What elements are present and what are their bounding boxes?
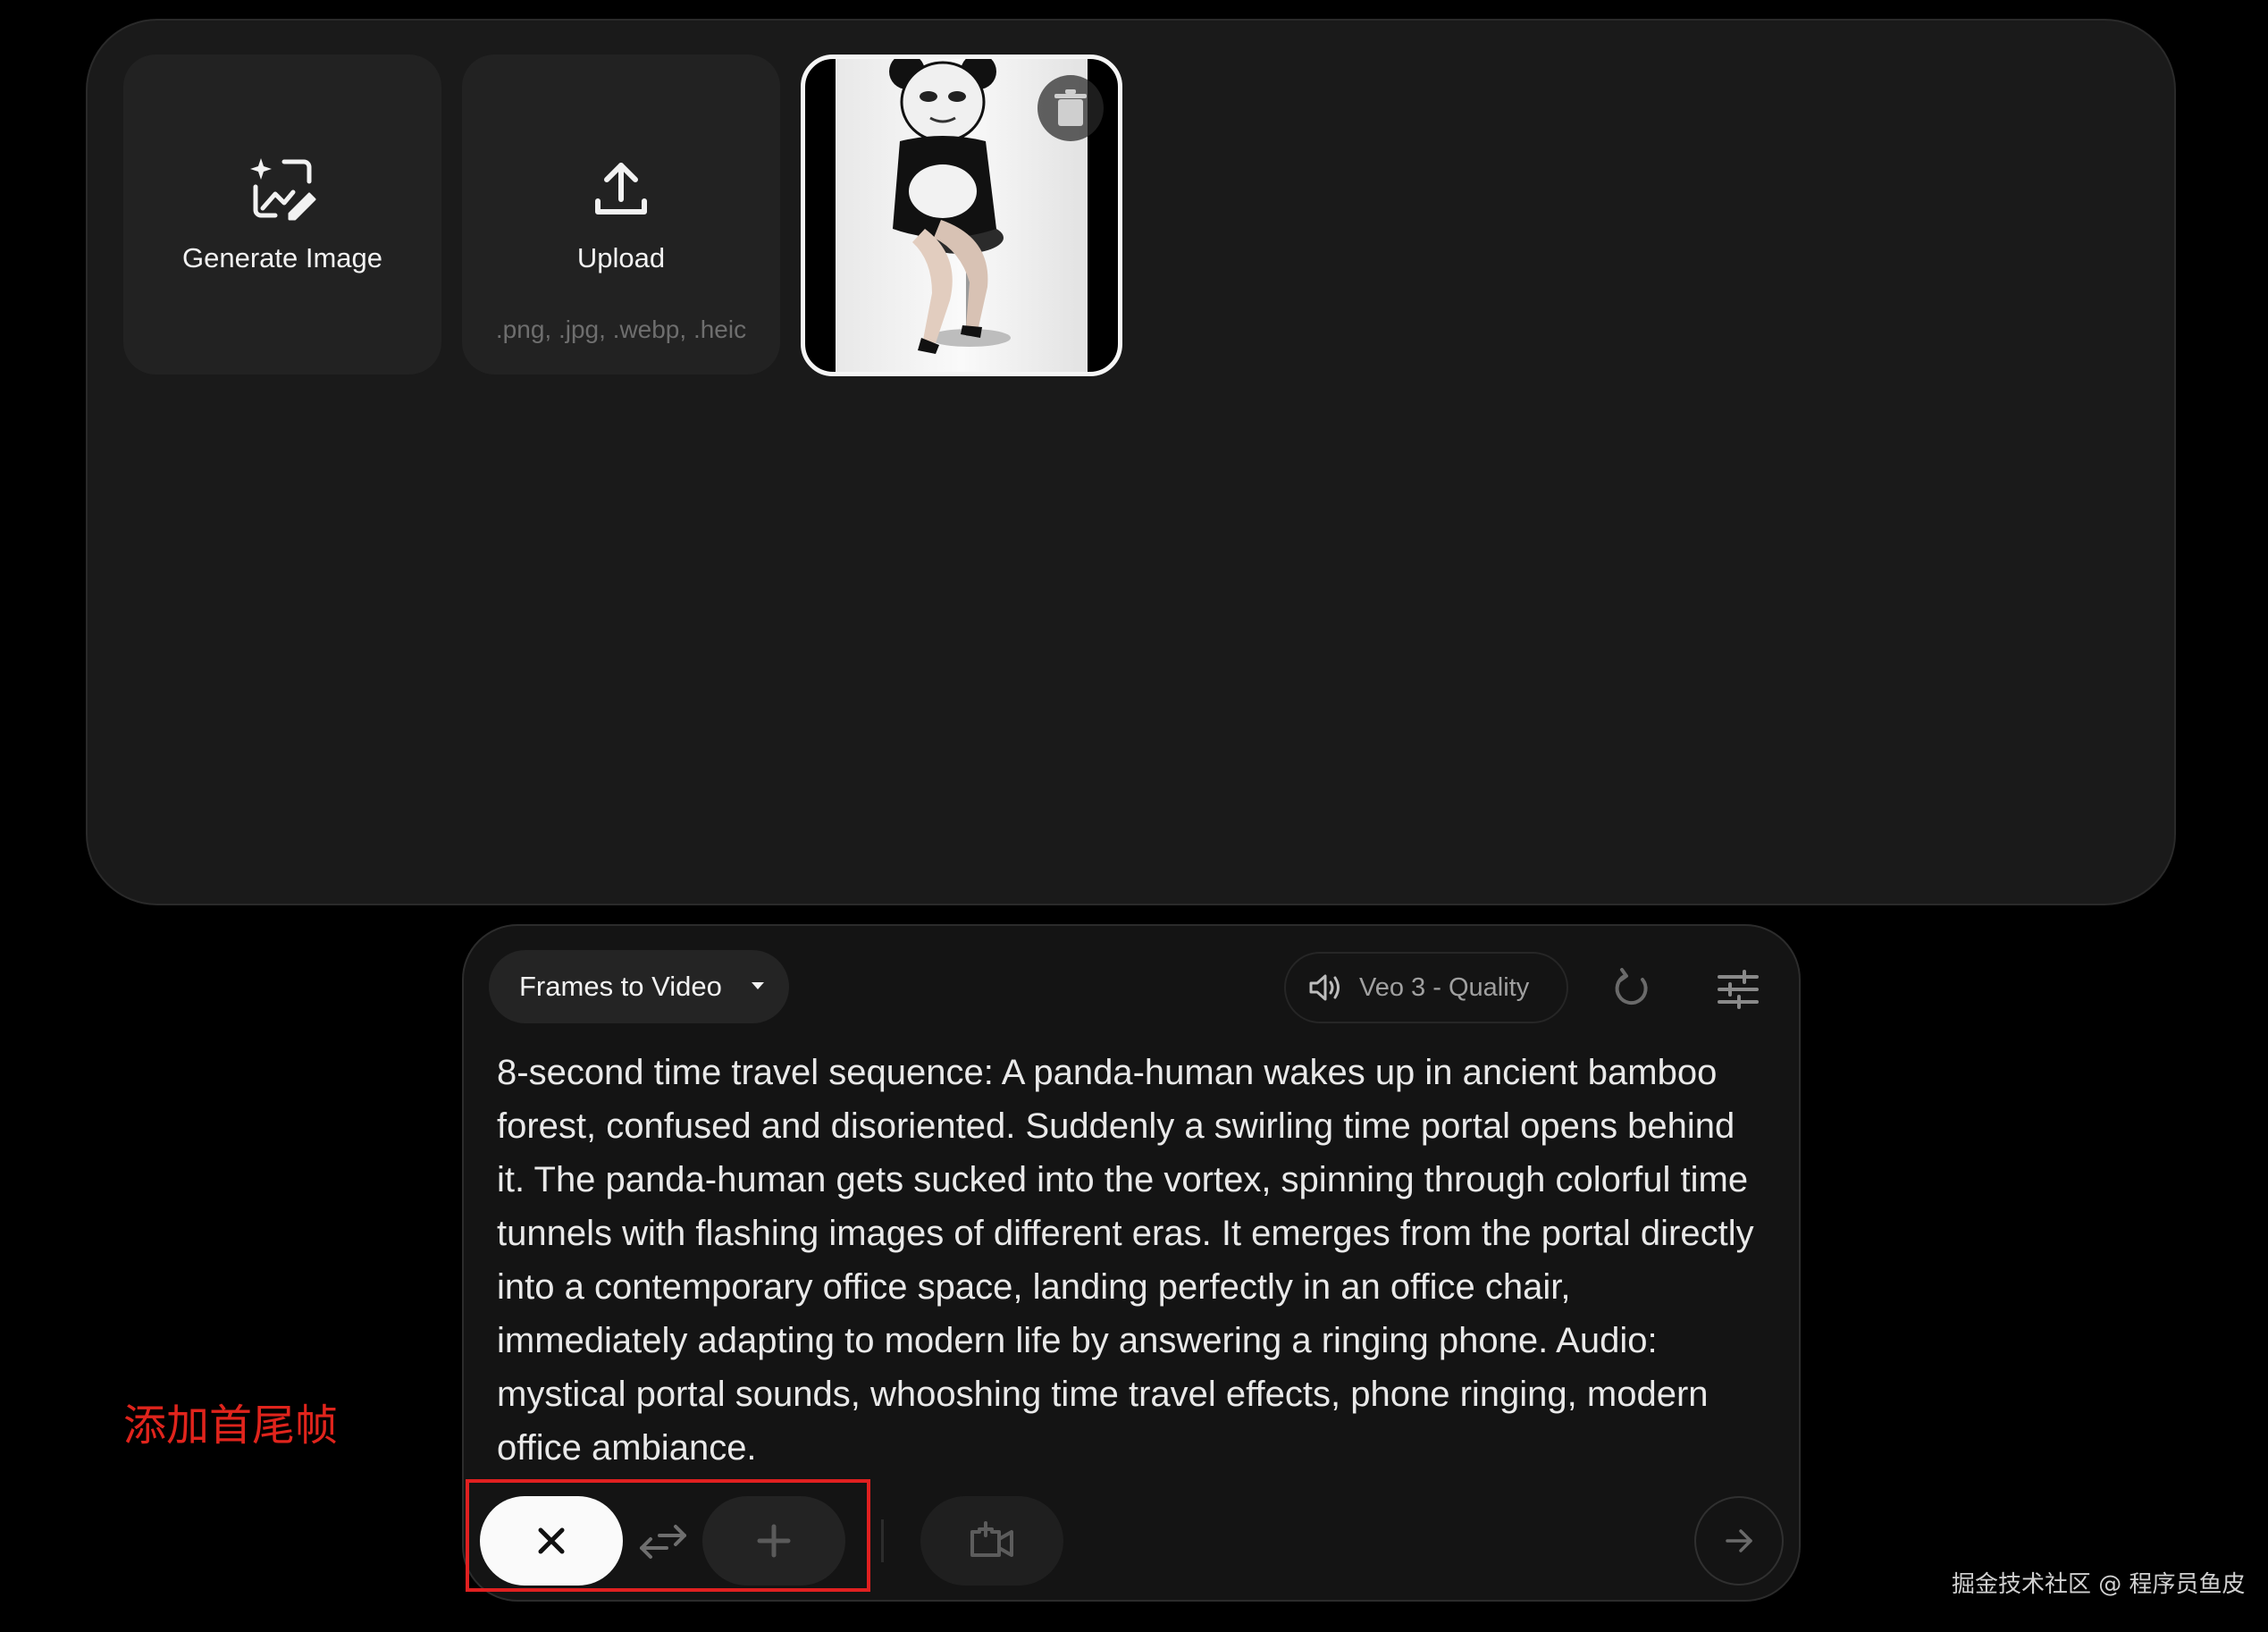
watermark: 掘金技术社区 @ 程序员鱼皮	[1952, 1571, 2246, 1598]
video-plus-icon	[970, 1521, 1013, 1557]
generate-image-button[interactable]: Generate Image	[123, 55, 441, 374]
upload-button[interactable]: Upload .png, .jpg, .webp, .heic	[462, 55, 780, 374]
trash-icon	[1054, 89, 1087, 126]
prompt-textarea[interactable]: 8-second time travel sequence: A panda-h…	[497, 1046, 1766, 1475]
upload-formats: .png, .jpg, .webp, .heic	[495, 315, 747, 343]
mode-label: Frames to Video	[519, 971, 722, 1002]
send-button[interactable]	[1694, 1496, 1784, 1586]
refresh-button[interactable]	[1607, 965, 1655, 1014]
model-label: Veo 3 - Quality	[1359, 972, 1530, 1002]
arrow-right-icon	[1726, 1529, 1752, 1552]
sliders-icon	[1718, 970, 1759, 1009]
model-selector[interactable]: Veo 3 - Quality	[1284, 952, 1568, 1023]
upload-label: Upload	[576, 242, 666, 273]
delete-frame-button[interactable]	[1037, 75, 1104, 141]
annotation-highlight-box	[466, 1479, 870, 1592]
upload-icon	[595, 163, 647, 215]
image-sparkle-icon	[250, 158, 316, 221]
settings-button[interactable]	[1714, 965, 1762, 1014]
uploaded-frame-thumbnail[interactable]	[801, 55, 1122, 376]
annotation-label: 添加首尾帧	[123, 1401, 339, 1451]
mode-dropdown[interactable]: Frames to Video	[489, 950, 789, 1023]
add-video-button[interactable]	[920, 1496, 1063, 1586]
speaker-icon	[1309, 974, 1340, 1001]
refresh-icon	[1615, 968, 1648, 1005]
caret-down-icon	[752, 982, 764, 989]
toolbar-divider	[881, 1519, 884, 1562]
generate-image-label: Generate Image	[181, 242, 383, 273]
